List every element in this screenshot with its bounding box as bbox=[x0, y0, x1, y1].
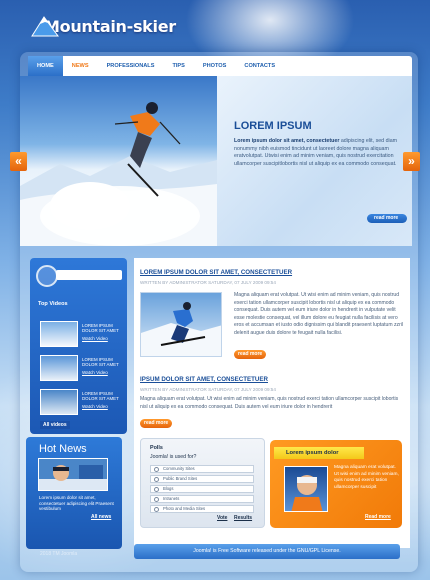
poll-option[interactable]: Community Sites bbox=[150, 465, 254, 473]
mountain-logo-icon bbox=[30, 14, 60, 38]
results-button[interactable]: Results bbox=[234, 515, 252, 521]
hot-news-image bbox=[38, 458, 108, 491]
nav-item-photos[interactable]: PHOTOS bbox=[194, 56, 236, 76]
poll-option-label: Photo and Media Sites bbox=[163, 506, 206, 511]
top-videos-title: Top Videos bbox=[38, 301, 68, 307]
nav-item-news[interactable]: NEWS bbox=[63, 56, 98, 76]
vote-button[interactable]: Vote bbox=[217, 515, 227, 521]
article-meta: WRITTEN BY ADMINISTRATOR SATURDAY, 07 JU… bbox=[140, 387, 276, 392]
video-title: LOREM IPSUM DOLOR SIT AMET bbox=[82, 323, 119, 334]
video-item: LOREM IPSUM DOLOR SIT AMET Watch Video bbox=[40, 321, 124, 347]
article-title[interactable]: IPSUM DOLOR SIT AMET, CONSECTETUER bbox=[140, 376, 268, 383]
radio-icon[interactable] bbox=[154, 487, 159, 492]
video-thumbnail[interactable] bbox=[40, 321, 78, 347]
hero-text-panel: LOREM IPSUM Lorem ipsum dolor sit amet, … bbox=[217, 76, 412, 246]
article-image bbox=[140, 292, 222, 357]
radio-icon[interactable] bbox=[154, 467, 159, 472]
hero-read-more-button[interactable]: read more bbox=[367, 214, 407, 223]
watch-video-link[interactable]: Watch Video bbox=[82, 336, 108, 341]
hot-news-body: Lorem ipsum dolor sit amet, consectetuer… bbox=[39, 495, 114, 512]
radio-icon[interactable] bbox=[154, 477, 159, 482]
hero-title: LOREM IPSUM bbox=[234, 120, 312, 132]
article-body: Magna aliquam erat volutpat. Ut wisi eni… bbox=[140, 396, 399, 410]
slider-next-arrow[interactable]: » bbox=[403, 152, 420, 171]
radio-icon[interactable] bbox=[154, 497, 159, 502]
video-title: LOREM IPSUM DOLOR SIT AMET bbox=[82, 391, 119, 402]
site-logo[interactable]: Mountain-skier bbox=[30, 14, 176, 38]
all-videos-link[interactable]: All videos bbox=[40, 421, 70, 429]
video-thumbnail[interactable] bbox=[40, 389, 78, 415]
site-title: Mountain-skier bbox=[44, 16, 176, 36]
search-input[interactable] bbox=[56, 270, 122, 280]
hero-bold-lead: Lorem ipsum dolor sit amet, consectetuer bbox=[234, 138, 340, 144]
radio-icon[interactable] bbox=[154, 507, 159, 512]
watch-video-link[interactable]: Watch Video bbox=[82, 370, 108, 375]
poll-option[interactable]: Public Brand Sites bbox=[150, 475, 254, 483]
poll-question: Joomla! is used for? bbox=[150, 454, 197, 460]
nav-item-home[interactable]: HOME bbox=[28, 56, 63, 76]
hot-news-title: Hot News bbox=[39, 443, 87, 455]
promo-image bbox=[284, 466, 328, 512]
all-news-link[interactable]: All news bbox=[91, 514, 111, 520]
video-item: LOREM IPSUM DOLOR SIT AMET Watch Video bbox=[40, 355, 124, 381]
article-body: Magna aliquam erat volutpat. Ut wisi eni… bbox=[234, 292, 404, 336]
poll-option[interactable]: Photo and Media Sites bbox=[150, 505, 254, 513]
poll-option[interactable]: Intranets bbox=[150, 495, 254, 503]
slider-prev-arrow[interactable]: « bbox=[10, 152, 27, 171]
video-title: LOREM IPSUM DOLOR SIT AMET bbox=[82, 357, 119, 368]
article-read-more-button[interactable]: read more bbox=[140, 419, 173, 428]
watch-video-link[interactable]: Watch Video bbox=[82, 404, 108, 409]
promo-body: Magna aliquam erat volutpat. Ut wisi eni… bbox=[334, 465, 399, 490]
poll-option-label: Blogs bbox=[163, 486, 174, 491]
polls-title: Polls bbox=[150, 445, 163, 451]
video-thumbnail[interactable] bbox=[40, 355, 78, 381]
nav-item-professionals[interactable]: PROFESSIONALS bbox=[98, 56, 164, 76]
nav-item-tips[interactable]: TIPS bbox=[163, 56, 193, 76]
promo-read-more-link[interactable]: Read more bbox=[365, 514, 391, 520]
hero-banner: LOREM IPSUM Lorem ipsum dolor sit amet, … bbox=[20, 76, 412, 246]
article-meta: WRITTEN BY ADMINISTRATOR SATURDAY, 07 JU… bbox=[140, 280, 276, 285]
hero-skier-image bbox=[20, 76, 217, 246]
hero-body: Lorem ipsum dolor sit amet, consectetuer… bbox=[234, 138, 406, 168]
main-nav: HOME NEWS PROFESSIONALS TIPS PHOTOS CONT… bbox=[28, 56, 412, 76]
search-icon[interactable] bbox=[36, 265, 58, 287]
footer-license: Joomla! is Free Software released under … bbox=[134, 544, 400, 559]
poll-option-label: Community Sites bbox=[163, 466, 195, 471]
poll-option-label: Public Brand Sites bbox=[163, 476, 198, 481]
poll-option[interactable]: Blogs bbox=[150, 485, 254, 493]
video-item: LOREM IPSUM DOLOR SIT AMET Watch Video bbox=[40, 389, 124, 415]
article-read-more-button[interactable]: read more bbox=[234, 350, 267, 359]
nav-item-contacts[interactable]: CONTACTS bbox=[235, 56, 284, 76]
copyright-text: 2018 TM Joomla bbox=[40, 551, 78, 557]
promo-title: Lorem ipsum dolor bbox=[274, 447, 364, 459]
article-title[interactable]: LOREM IPSUM DOLOR SIT AMET, CONSECTETUER bbox=[140, 269, 292, 276]
poll-option-label: Intranets bbox=[163, 496, 180, 501]
